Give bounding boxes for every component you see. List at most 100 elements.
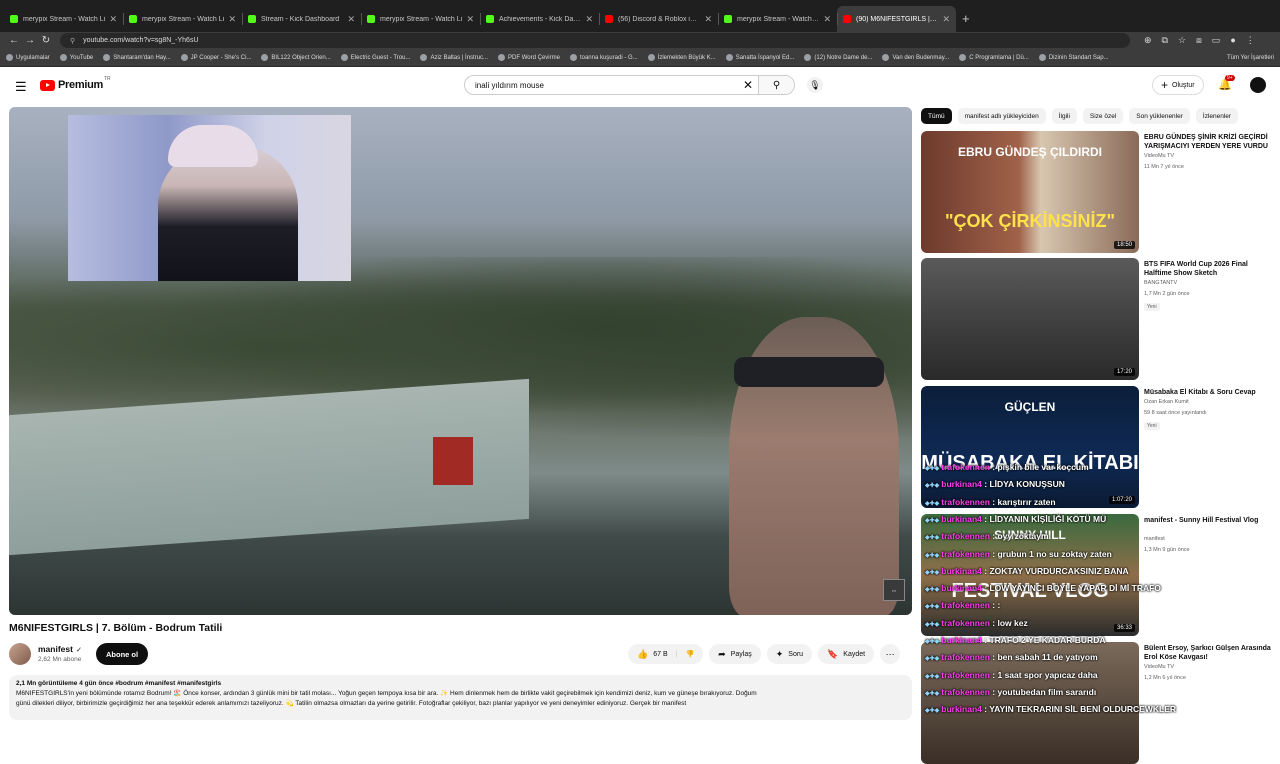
close-tab-icon[interactable]: ✕ (466, 14, 474, 25)
browser-tab[interactable]: (56) Discord & Roblox iPhone ✕ (599, 6, 718, 32)
related-video-item[interactable]: SUNNY HILL FESTIVAL VLOG 36:33 manifest - S… (921, 514, 1280, 636)
ask-button[interactable]: ✦ Soru (766, 644, 813, 664)
bookmark-item[interactable]: C Programlama | Dü... (959, 54, 1029, 61)
related-channel-name[interactable]: VideoMu TV (1144, 664, 1174, 670)
share-button[interactable]: ➦ Paylaş (709, 644, 761, 664)
close-tab-icon[interactable]: ✕ (585, 14, 593, 25)
hamburger-menu-icon[interactable]: ☰ (15, 79, 27, 95)
sparkle-icon: ✦ (775, 648, 784, 659)
close-tab-icon[interactable]: ✕ (942, 14, 950, 25)
video-thumbnail[interactable] (921, 642, 1139, 764)
thumbs-down-icon[interactable]: 👎 (685, 650, 694, 658)
tab-favicon-icon (605, 15, 613, 23)
share-icon: ➦ (718, 648, 726, 659)
search-button[interactable]: ⚲ (758, 76, 794, 94)
bookmark-item[interactable]: Shantaram'dan Hay... (103, 54, 171, 61)
back-icon[interactable]: ← (6, 35, 22, 46)
video-thumbnail[interactable]: EBRU GÜNDEŞ ÇILDIRDI "ÇOK ÇİRKİNSİNİZ" 18:… (921, 131, 1139, 253)
related-video-title[interactable]: Bülent Ersoy, Şarkıcı Gülşen Arasında Er… (1144, 644, 1274, 662)
bookmark-star-icon[interactable]: ☆ (1178, 35, 1186, 46)
close-tab-icon[interactable]: ✕ (228, 14, 236, 25)
browser-tab[interactable]: Achievements - Kick Dashb ✕ (480, 6, 599, 32)
new-tab-button[interactable]: + (962, 6, 970, 32)
browser-tab[interactable]: Stream - Kick Dashboard ✕ (242, 6, 361, 32)
save-button[interactable]: 🔖 Kaydet (818, 644, 875, 664)
browser-tab[interactable]: (90) M6NIFESTGIRLS | 7. Bölüm ✕ (837, 6, 956, 32)
address-bar[interactable]: ⚲ youtube.com/watch?v=sg8N_-Yh6sU (60, 33, 1130, 48)
youtube-premium-logo[interactable]: Premium TR (40, 76, 111, 91)
related-video-item[interactable]: GÜÇLEN MÜSABAKA EL KİTABI 1:07:20 Müsabaka … (921, 386, 1280, 508)
browser-tab[interactable]: merypix Stream - Watch Li ✕ (361, 6, 480, 32)
video-player[interactable]: m (9, 107, 912, 615)
close-tab-icon[interactable]: ✕ (109, 14, 117, 25)
video-thumbnail[interactable]: SUNNY HILL FESTIVAL VLOG 36:33 (921, 514, 1139, 636)
bookmark-item[interactable]: Dizinin Standart Sap... (1038, 54, 1109, 61)
browser-menu-icon[interactable]: ⋮ (1246, 35, 1255, 46)
browser-tab[interactable]: merypix Stream - Watch Live ✕ (718, 6, 837, 32)
related-video-meta: 1,7 Mn 2 gün önce (1144, 291, 1190, 297)
like-button[interactable]: 👍 67 B | 👎 (628, 644, 704, 664)
close-tab-icon[interactable]: ✕ (823, 14, 831, 25)
filter-chip[interactable]: Son yüklenenler (1129, 108, 1190, 124)
related-channel-name[interactable]: BANGTANTV (1144, 280, 1177, 286)
extensions-icon[interactable]: ⧈ (1196, 35, 1202, 46)
related-video-item[interactable]: 17:20 BTS FIFA World Cup 2026 Final Halft… (921, 258, 1280, 380)
bookmark-item[interactable]: YouTube (59, 54, 93, 61)
related-channel-name[interactable]: manifest (1144, 536, 1165, 542)
bookmark-item[interactable]: Van den Budenmay... (882, 54, 949, 61)
channel-watermark[interactable]: m (883, 579, 905, 601)
bookmark-item[interactable]: (12) Notre Dame de... (804, 54, 872, 61)
close-tab-icon[interactable]: ✕ (347, 14, 355, 25)
related-video-title[interactable]: BTS FIFA World Cup 2026 Final Halftime S… (1144, 260, 1274, 278)
video-thumbnail[interactable]: 17:20 (921, 258, 1139, 380)
forward-icon[interactable]: → (22, 35, 38, 46)
bookmark-item[interactable]: JP Cooper - She's Ci... (180, 54, 251, 61)
browser-tab-strip: merypix Stream - Watch Li ✕ merypix Stream… (0, 0, 1280, 32)
user-avatar[interactable] (1250, 77, 1266, 93)
channel-name-row[interactable]: manifest ✓ (38, 644, 82, 654)
related-channel-name[interactable]: Ozan Erkan Kumit (1144, 399, 1189, 405)
zoom-icon[interactable]: ⊕ (1144, 35, 1152, 46)
share-page-icon[interactable]: ⧉ (1162, 35, 1168, 46)
browser-tab[interactable]: merypix Stream - Watch Li ✕ (4, 6, 123, 32)
video-thumbnail[interactable]: GÜÇLEN MÜSABAKA EL KİTABI 1:07:20 (921, 386, 1139, 508)
bookmark-item[interactable]: toanna kuşuradi - G... (569, 54, 638, 61)
channel-avatar[interactable] (9, 643, 31, 665)
bookmark-label: Aziz Baltas | İnstruc... (430, 54, 489, 61)
reload-icon[interactable]: ↻ (38, 35, 54, 46)
bookmark-item[interactable]: Aziz Baltas | İnstruc... (420, 54, 488, 61)
all-bookmarks[interactable]: Tüm Yer İşaretleri (1227, 55, 1274, 61)
bookmark-label: Shantaram'dan Hay... (113, 54, 171, 61)
clear-search-icon[interactable]: ✕ (738, 78, 758, 92)
search-input[interactable]: inali yıldırım mouse (465, 81, 738, 90)
related-channel-name[interactable]: VideoMu TV (1144, 153, 1174, 159)
close-tab-icon[interactable]: ✕ (704, 14, 712, 25)
profile-icon[interactable]: ● (1230, 35, 1235, 46)
related-video-item[interactable]: EBRU GÜNDEŞ ÇILDIRDI "ÇOK ÇİRKİNSİNİZ" 18:… (921, 131, 1280, 253)
related-video-title[interactable]: manifest - Sunny Hill Festival Vlog (1144, 516, 1274, 525)
filter-chip[interactable]: Size özel (1082, 108, 1124, 124)
filter-chip[interactable]: İlgili (1051, 108, 1077, 124)
site-info-icon[interactable]: ⚲ (70, 37, 75, 45)
bookmark-item[interactable]: Sanatta İspanyol Ed... (725, 54, 794, 61)
tab-search-icon[interactable]: ▭ (1212, 35, 1221, 46)
more-actions-icon[interactable]: ⋯ (880, 644, 901, 664)
video-description[interactable]: 2,1 Mn görüntüleme 4 gün önce #bodrum #m… (9, 675, 912, 720)
filter-chip[interactable]: Tümü (921, 108, 952, 124)
browser-toolbar: ← → ↻ ⚲ youtube.com/watch?v=sg8N_-Yh6sU … (0, 32, 1280, 49)
related-video-title[interactable]: Müsabaka El Kitabı & Soru Cevap (1144, 388, 1274, 397)
bookmark-item[interactable]: Uygulamalar (6, 54, 50, 61)
related-video-title[interactable]: EBRU GÜNDEŞ ŞİNİR KRİZİ GEÇİRDİ YARIŞMAC… (1144, 133, 1274, 151)
related-video-item[interactable]: Bülent Ersoy, Şarkıcı Gülşen Arasında Er… (921, 642, 1280, 764)
browser-tab[interactable]: merypix Stream - Watch Li ✕ (123, 6, 242, 32)
voice-search-icon[interactable]: 🎙 (807, 77, 823, 93)
filter-chip[interactable]: manifest adlı yükleyiciden (957, 108, 1046, 124)
channel-name[interactable]: manifest (38, 644, 73, 654)
create-button[interactable]: + Oluştur (1152, 75, 1204, 95)
bookmark-item[interactable]: PDF Word Çevirme (498, 54, 560, 61)
subscribe-button[interactable]: Abone ol (96, 643, 149, 665)
bookmark-item[interactable]: Electric Guest - Trou... (340, 54, 410, 61)
bookmark-item[interactable]: İzlemekten Büyük K... (647, 54, 716, 61)
bookmark-item[interactable]: BIL122 Object Orien... (261, 54, 331, 61)
filter-chip[interactable]: İzlenenler (1195, 108, 1239, 124)
